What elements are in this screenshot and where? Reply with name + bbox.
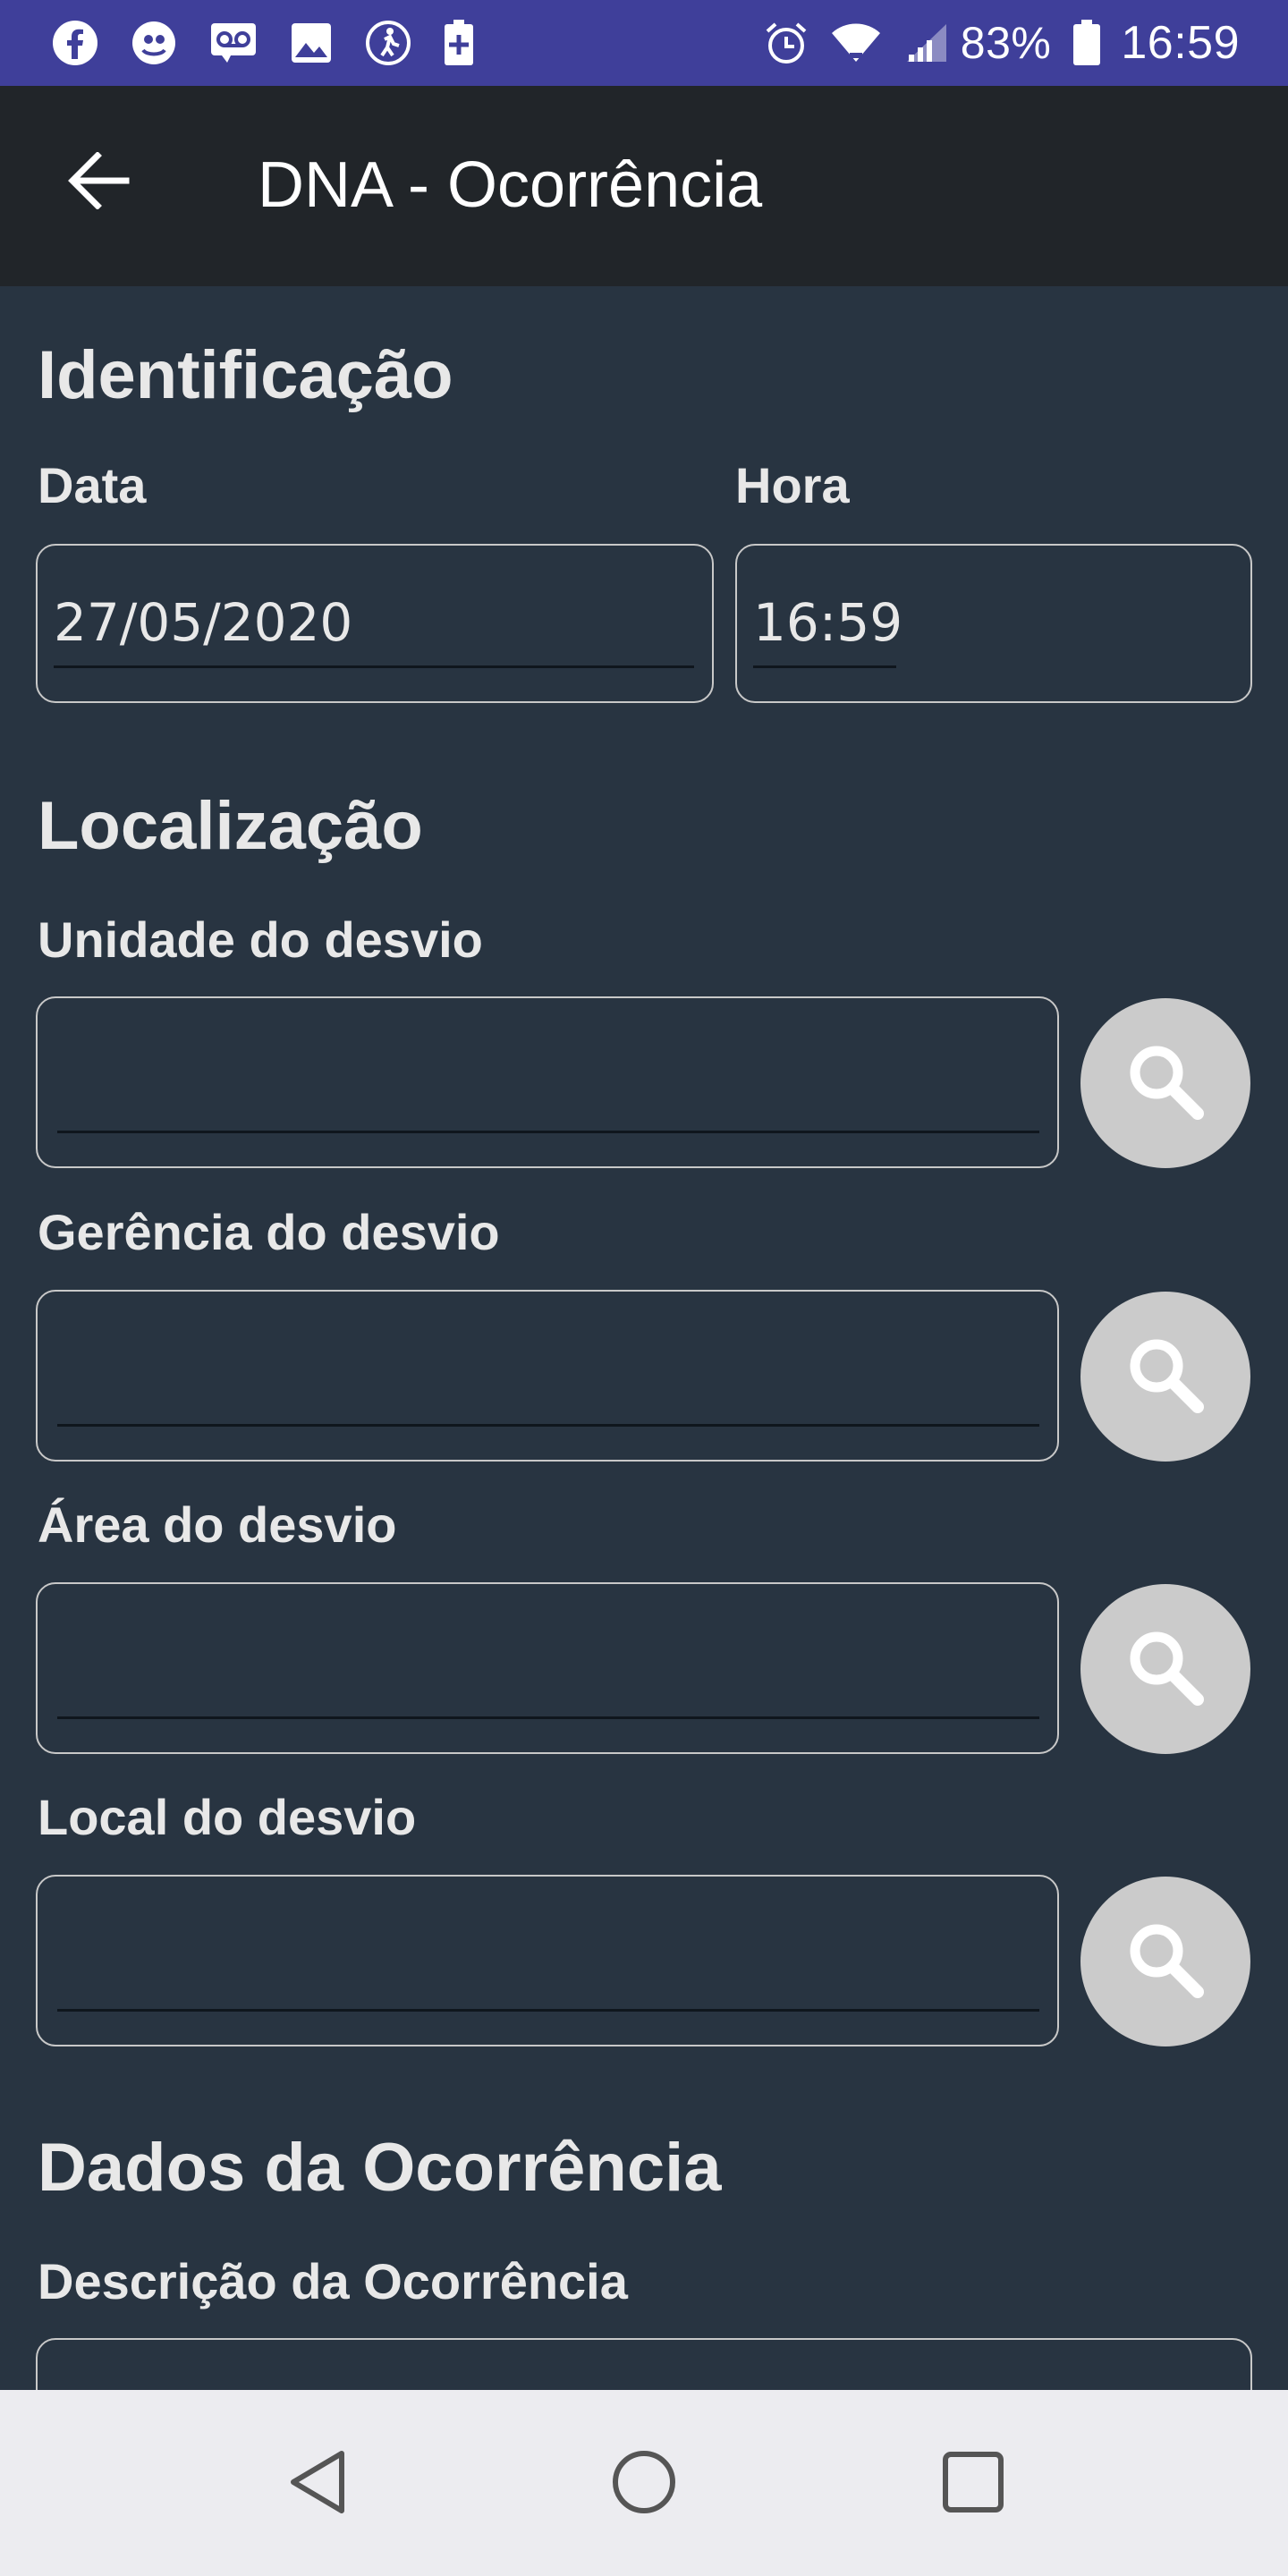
- descricao-label: Descrição da Ocorrência: [38, 2253, 628, 2309]
- area-field[interactable]: [36, 1582, 1059, 1754]
- app-bar: DNA - Ocorrência: [0, 86, 1288, 286]
- clock: 16:59: [1121, 17, 1240, 69]
- page-title: DNA - Ocorrência: [258, 149, 763, 221]
- back-button[interactable]: [63, 147, 134, 218]
- date-label: Data: [38, 457, 147, 513]
- image-icon: [290, 21, 333, 64]
- search-icon: [1123, 1332, 1208, 1422]
- search-icon: [1123, 1624, 1208, 1715]
- gerencia-search-button[interactable]: [1080, 1292, 1250, 1462]
- date-underline: [54, 665, 694, 668]
- arrow-back-icon: [67, 150, 130, 214]
- battery-percentage: 83%: [960, 18, 1052, 68]
- form-content[interactable]: Identificação Data Hora 27/05/2020 16:59…: [0, 286, 1288, 2390]
- area-search-button[interactable]: [1080, 1584, 1250, 1754]
- system-nav-bar: [0, 2390, 1288, 2576]
- area-label: Área do desvio: [38, 1496, 397, 1553]
- section-title-localizacao: Localização: [38, 788, 423, 864]
- local-field[interactable]: [36, 1875, 1059, 2046]
- time-value: 16:59: [753, 592, 903, 653]
- wifi-icon: [830, 22, 882, 64]
- notification-icons: [52, 19, 506, 67]
- time-label: Hora: [735, 457, 850, 513]
- area-underline: [57, 1716, 1039, 1719]
- gerencia-field[interactable]: [36, 1290, 1059, 1462]
- bug-icon: [131, 20, 177, 66]
- unidade-field[interactable]: [36, 996, 1059, 1168]
- home-circle-icon: [610, 2448, 678, 2521]
- local-underline: [57, 2009, 1039, 2012]
- accessibility-icon: [365, 20, 411, 66]
- voicemail-icon: [209, 21, 258, 64]
- time-underline: [753, 665, 896, 668]
- time-field[interactable]: 16:59: [735, 544, 1252, 703]
- nav-recents-button[interactable]: [924, 2426, 1022, 2542]
- facebook-icon: [52, 20, 98, 66]
- section-title-identificacao: Identificação: [38, 337, 453, 413]
- local-search-button[interactable]: [1080, 1877, 1250, 2046]
- search-icon: [1123, 1038, 1208, 1129]
- nav-home-button[interactable]: [595, 2426, 693, 2542]
- alarm-icon: [764, 21, 809, 65]
- section-title-dados-ocorrencia: Dados da Ocorrência: [38, 2130, 722, 2206]
- descricao-field[interactable]: [36, 2338, 1252, 2390]
- system-status: 83% 16:59: [742, 16, 1240, 70]
- unidade-underline: [57, 1131, 1039, 1133]
- signal-icon: [903, 22, 948, 64]
- status-bar: 83% 16:59: [0, 0, 1288, 86]
- local-label: Local do desvio: [38, 1789, 417, 1845]
- unidade-search-button[interactable]: [1080, 998, 1250, 1168]
- nav-back-button[interactable]: [268, 2426, 367, 2542]
- battery-plus-icon: [444, 19, 474, 67]
- battery-icon: [1072, 19, 1101, 67]
- date-field[interactable]: 27/05/2020: [36, 544, 714, 703]
- date-value: 27/05/2020: [54, 592, 353, 653]
- gerencia-label: Gerência do desvio: [38, 1204, 500, 1260]
- recents-square-icon: [941, 2450, 1005, 2519]
- search-icon: [1123, 1917, 1208, 2007]
- gerencia-underline: [57, 1424, 1039, 1427]
- unidade-label: Unidade do desvio: [38, 911, 483, 968]
- back-triangle-icon: [286, 2448, 349, 2521]
